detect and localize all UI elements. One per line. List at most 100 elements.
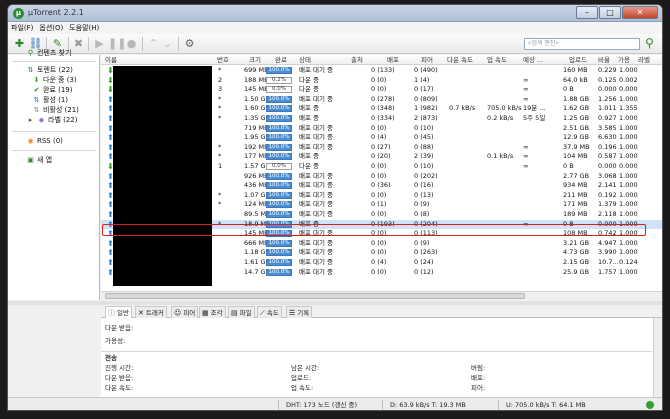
checkmark-icon: ✔ (33, 86, 40, 94)
app-icon: ▣ (27, 156, 34, 164)
download-arrow-icon: ⬇ (33, 76, 40, 84)
col-down-speed[interactable]: 다운 속도 (447, 55, 473, 65)
toolbar: ✚ ⛓ ✎ ✖ ▶ ❚❚ ● ⌃ ⌄ ⚙ ⚲ (8, 34, 662, 54)
row-up-speed: 0.1 kB/s (487, 152, 514, 161)
row-uploaded: 211 MB (563, 190, 588, 199)
speed-icon: ⟋ (260, 309, 265, 317)
row-uploaded: 4.73 GB (563, 248, 590, 257)
title-bar[interactable]: µ µTorrent 2.2.1 – □ ✕ (8, 5, 662, 22)
row-availability: 0.000 (619, 85, 638, 94)
redacted-names-block (113, 66, 212, 286)
start-icon[interactable]: ▶ (92, 37, 107, 51)
seeds-label: 배포: (471, 374, 486, 382)
transfer-heading: 전송 (105, 354, 117, 362)
utorrent-logo-icon: µ (13, 8, 24, 19)
tab-log[interactable]: ☰ 기록 (286, 306, 313, 318)
sidebar-item-new-app[interactable]: ▣ 새 앱 (26, 155, 52, 165)
minimize-button[interactable]: – (576, 6, 598, 19)
row-uploaded: 104 MB (563, 152, 588, 161)
move-down-icon[interactable]: ⌄ (160, 37, 175, 51)
row-progress-bar: 100.0% (266, 211, 292, 218)
row-status: 배포 대기 중 (299, 238, 334, 247)
row-peers: 0 (490) (414, 66, 438, 74)
upload-status[interactable]: U: 705.0 kB/s T: 64.1 MB (506, 401, 586, 410)
row-ratio: 2.141 (598, 181, 617, 190)
sidebar-item-torrents[interactable]: ⇅ 토렌트 (22) (26, 65, 73, 75)
sidebar-item-labels[interactable]: ▸ ◆ 라벨 (22) (26, 115, 78, 125)
stop-icon[interactable]: ● (124, 37, 139, 51)
search-icon[interactable]: ⚲ (642, 36, 657, 51)
col-done[interactable]: 완료 (275, 55, 287, 65)
download-status[interactable]: D: 63.9 kB/s T: 19.3 MB (390, 401, 466, 410)
tab-speed[interactable]: ⟋ 속도 (257, 306, 282, 318)
sidebar-item-find-content[interactable]: ⚲ 컨텐츠 찾기 (26, 48, 72, 58)
row-eta: ∞ (523, 162, 529, 170)
tab-peers[interactable]: ☺ 피어 (171, 306, 199, 318)
row-uploaded: 1.62 GB (563, 104, 590, 113)
row-seeders: 0 (0) (371, 162, 387, 170)
sidebar-item-inactive[interactable]: ⇅ 비활성 (21) (32, 105, 79, 115)
col-size[interactable]: 크기 (249, 55, 261, 65)
menu-file[interactable]: 파일(F) (11, 22, 33, 34)
row-uploaded: 64.0 kB (563, 75, 588, 84)
tab-files[interactable]: ▤ 파일 (228, 306, 255, 318)
row-status: 배포 대기 중 (299, 210, 334, 218)
col-eta[interactable]: 예상 ... (523, 55, 543, 65)
row-ratio: 0.000 (598, 85, 617, 94)
sidebar-item-downloading[interactable]: ⬇ 다운 중 (3) (32, 75, 77, 85)
col-up-speed[interactable]: 업 속도 (487, 55, 507, 65)
network-ok-icon[interactable] (646, 401, 654, 409)
tab-pieces[interactable]: ▦ 조각 (199, 306, 226, 318)
row-status: 배포 중 (299, 152, 320, 161)
row-uploaded: 171 MB (563, 200, 588, 209)
row-peers: 0 (24) (414, 258, 434, 266)
row-uploaded: 934 MB (563, 181, 588, 190)
col-seeds[interactable]: 출처 (351, 55, 363, 65)
row-size: 719 MB (244, 123, 269, 132)
move-up-icon[interactable]: ⌃ (146, 37, 161, 51)
row-peers: 0 (202) (414, 171, 438, 180)
pane-splitter[interactable] (8, 301, 662, 305)
search-input[interactable] (524, 38, 640, 50)
details-scrollbar[interactable] (653, 318, 662, 397)
close-button[interactable]: ✕ (622, 6, 658, 19)
col-number[interactable]: 번호 (217, 55, 229, 65)
tab-trackers[interactable]: ✕ 트래커 (135, 306, 167, 318)
row-eta: ∞ (523, 142, 529, 151)
col-label[interactable]: 라벨 (638, 55, 650, 65)
trackers-icon: ✕ (138, 309, 144, 317)
col-peers[interactable]: 피어 (421, 55, 433, 65)
sidebar-item-completed[interactable]: ✔ 완료 (19) (32, 85, 73, 95)
row-ratio: 0.192 (598, 190, 617, 199)
row-status: 다운 중 (299, 162, 320, 170)
maximize-button[interactable]: □ (599, 6, 621, 19)
row-seeders: 0 (27) (371, 142, 391, 151)
row-size: 145 MB (244, 85, 269, 94)
row-peers: 0 (45) (414, 133, 434, 142)
col-ratio[interactable]: 비율 (598, 55, 610, 65)
row-ratio: 1.757 (598, 267, 617, 276)
menu-options[interactable]: 옵션(O) (39, 22, 63, 34)
col-name[interactable]: 이름 (105, 55, 117, 65)
menu-help[interactable]: 도움말(H) (69, 22, 99, 34)
row-ratio: 0.196 (598, 142, 617, 151)
add-torrent-icon[interactable]: ✚ (12, 37, 27, 51)
row-progress-bar: 100.0% (266, 143, 292, 151)
row-ratio: 4.947 (598, 238, 617, 247)
col-seeders[interactable]: 배포 (387, 55, 399, 65)
pause-icon[interactable]: ❚❚ (108, 37, 126, 51)
col-uploaded[interactable]: 업로드 (569, 55, 587, 65)
col-status[interactable]: 상태 (299, 55, 311, 65)
horizontal-scrollbar[interactable] (101, 291, 662, 300)
sidebar-item-active[interactable]: ⇅ 활성 (1) (32, 95, 68, 105)
sidebar-item-rss[interactable]: ◉ RSS (0) (26, 136, 62, 146)
remove-icon[interactable]: ✖ (71, 37, 86, 51)
col-availability[interactable]: 가용 (618, 55, 630, 65)
row-number: 3 (218, 85, 223, 94)
row-ratio: 3.585 (598, 123, 617, 132)
row-status: 배포 대기 중 (299, 66, 334, 74)
row-seeders: 0 (1) (371, 200, 387, 209)
settings-gear-icon[interactable]: ⚙ (182, 37, 197, 51)
row-status: 배포 대기 중 (299, 171, 334, 180)
tab-general[interactable]: ⓘ 일반 (105, 306, 132, 318)
